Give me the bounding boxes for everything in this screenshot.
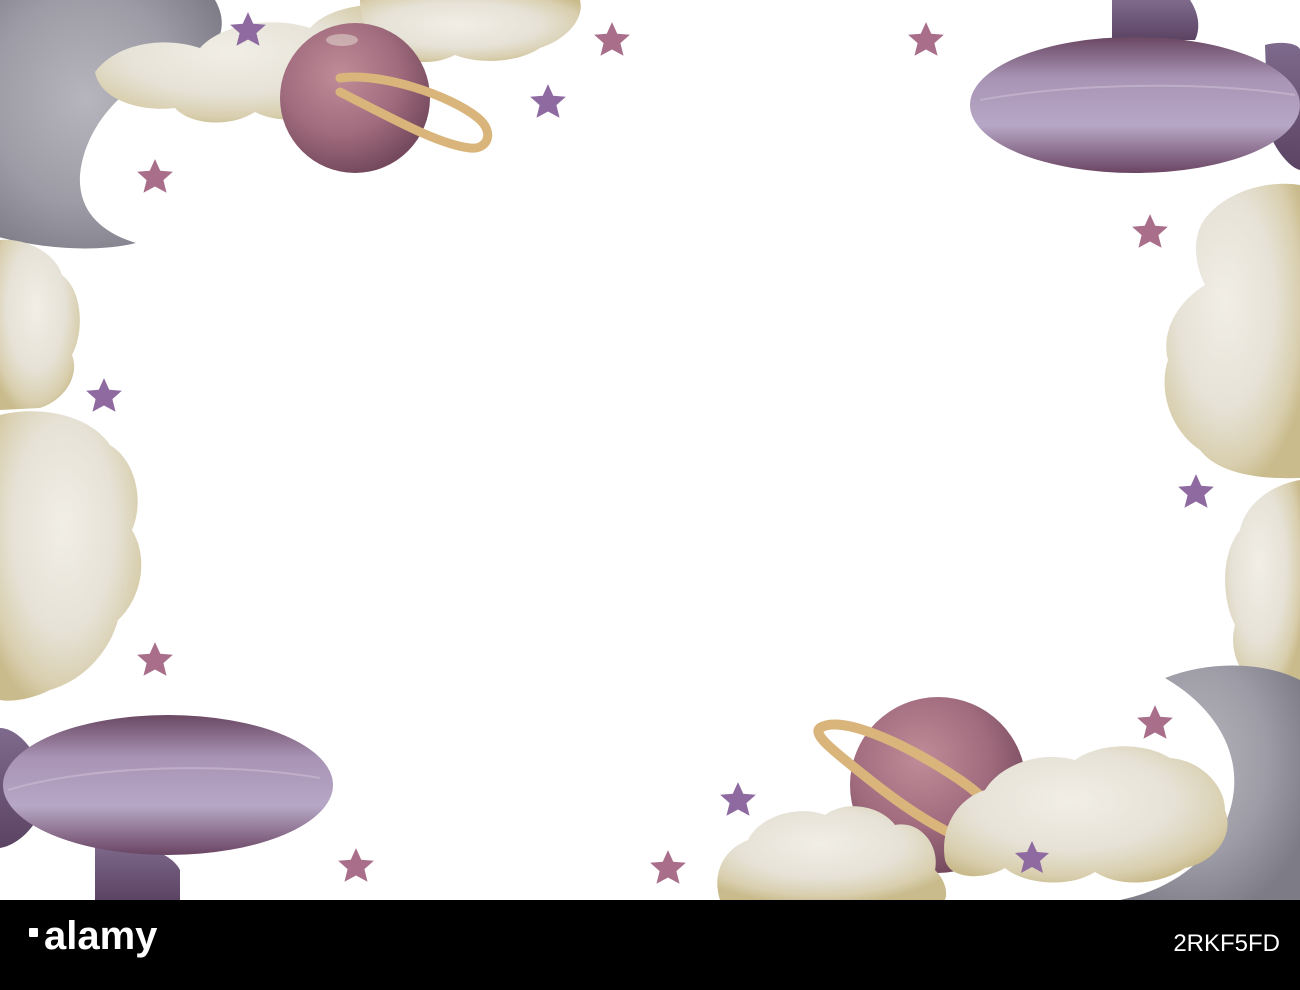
brand-logo[interactable]: alamy [44, 914, 157, 959]
star [908, 22, 944, 56]
bottom-left-airship [0, 715, 333, 900]
watermark-footer: alamy 2RKF5FD [0, 900, 1300, 990]
star [530, 84, 566, 118]
star [720, 782, 756, 816]
star [338, 848, 374, 882]
image-id: 2RKF5FD [1173, 930, 1280, 957]
right-clouds [1164, 183, 1300, 692]
star [594, 22, 630, 56]
top-right-airship [970, 0, 1300, 173]
brand-mark-icon [29, 928, 38, 937]
star [650, 850, 686, 884]
frame-artwork [0, 0, 1300, 900]
star [86, 378, 122, 412]
top-left-moon [0, 0, 222, 249]
star [137, 159, 173, 193]
watercolor-frame-illustration [0, 0, 1300, 900]
star [137, 642, 173, 676]
star [1178, 474, 1214, 508]
left-clouds [0, 239, 142, 701]
star [1132, 214, 1168, 248]
star [1137, 705, 1173, 739]
